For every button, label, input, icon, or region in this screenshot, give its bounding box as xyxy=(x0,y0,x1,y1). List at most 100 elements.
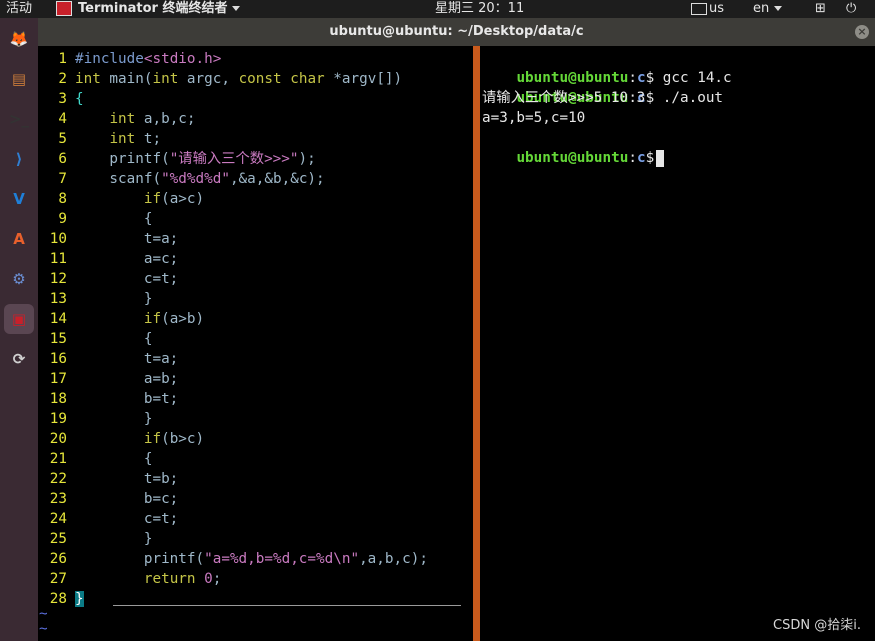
code-line: 10 t=a; xyxy=(38,229,179,249)
window-titlebar[interactable]: ubuntu@ubuntu: ~/Desktop/data/c × xyxy=(38,18,875,46)
files-glyph: ▤ xyxy=(11,70,27,88)
line-number: 27 xyxy=(49,571,67,587)
code-text: } xyxy=(75,531,153,547)
code-line: 6 printf("请输入三个数>>>"); xyxy=(38,149,315,169)
dock: 🦊 ▤ >_ ⟩ V A ⚙ ▣ ⟳ xyxy=(0,18,38,641)
code-text: int a,b,c; xyxy=(109,111,196,127)
code-text: c=t; xyxy=(75,271,179,287)
vscode-glyph: ⟩ xyxy=(15,150,23,168)
language-indicator[interactable]: en xyxy=(753,0,783,18)
line-number: 24 xyxy=(49,511,67,527)
vscode-alt-glyph: V xyxy=(13,190,25,208)
clock[interactable]: 星期三 20：11 xyxy=(435,0,524,18)
keyboard-indicator[interactable]: us xyxy=(691,0,724,18)
code-text: b=c; xyxy=(75,491,179,507)
code-text: } xyxy=(75,411,153,427)
software-center-glyph: A xyxy=(13,230,25,248)
prompt-dollar: $ xyxy=(645,90,655,106)
terminal-pane[interactable]: ubuntu@ubuntu:c$ gcc 14.c ubuntu@ubuntu:… xyxy=(480,46,875,641)
code-text: printf("a=%d,b=%d,c=%d\n",a,b,c); xyxy=(75,551,428,567)
code-text: int t; xyxy=(109,131,162,147)
vim-editor-pane[interactable]: 1 #include<stdio.h> 2 int main(int argc, co… xyxy=(38,46,473,641)
prompt-dollar: $ xyxy=(645,150,655,166)
code-text: t=b; xyxy=(75,471,179,487)
pane-divider[interactable] xyxy=(473,46,480,641)
code-text: t=a; xyxy=(75,351,179,367)
power-icon[interactable]: ⏻ xyxy=(846,0,856,18)
activities-button[interactable]: 活动 xyxy=(6,0,32,18)
line-number: 17 xyxy=(49,371,67,387)
code-text: c=t; xyxy=(75,511,179,527)
prompt-sep: : xyxy=(628,150,637,166)
code-line: 13 } xyxy=(38,289,153,309)
code-line: 11 a=c; xyxy=(38,249,179,269)
close-button[interactable]: × xyxy=(855,25,869,39)
chevron-down-icon xyxy=(774,6,783,11)
keyboard-layout-label: us xyxy=(709,1,725,16)
vscode-icon[interactable]: ⟩ xyxy=(4,144,34,174)
terminal-line: ubuntu@ubuntu:c$ ./a.out xyxy=(482,68,723,106)
code-text: int main(int argc, const char *argv[]) xyxy=(75,71,403,87)
code-text: if(a>b) xyxy=(143,311,205,327)
update-icon[interactable]: ⟳ xyxy=(4,344,34,374)
code-line: 14 if(a>b) xyxy=(38,309,204,329)
terminal-output: a=3,b=5,c=10 xyxy=(482,110,586,126)
code-text: a=b; xyxy=(75,371,179,387)
software-center-icon[interactable]: A xyxy=(4,224,34,254)
line-number: 2 xyxy=(58,71,67,87)
code-text: b=t; xyxy=(75,391,179,407)
files-icon[interactable]: ▤ xyxy=(4,64,34,94)
code-line: 15 { xyxy=(38,329,153,349)
terminator-glyph: ▣ xyxy=(11,310,27,328)
code-line: 25 } xyxy=(38,529,153,549)
line-number: 6 xyxy=(58,151,67,167)
code-text: } xyxy=(75,291,153,307)
line-number: 19 xyxy=(49,411,67,427)
code-line: 8 if(a>c) xyxy=(38,189,204,209)
prompt-path: c xyxy=(636,150,646,166)
network-icon[interactable]: ⊞ xyxy=(815,0,826,18)
line-number: 22 xyxy=(49,471,67,487)
line-number: 5 xyxy=(58,131,67,147)
code-text: } xyxy=(75,591,84,607)
code-line: 3{ xyxy=(38,89,84,109)
line-number: 9 xyxy=(58,211,67,227)
app-menu[interactable]: Terminator 终端终结者 xyxy=(56,0,241,18)
line-number: 4 xyxy=(58,111,67,127)
firefox-icon[interactable]: 🦊 xyxy=(4,24,34,54)
code-text: t=a; xyxy=(75,231,179,247)
line-number: 12 xyxy=(49,271,67,287)
code-line: 27 return 0; xyxy=(38,569,222,589)
code-line: 19 } xyxy=(38,409,153,429)
line-number: 13 xyxy=(49,291,67,307)
code-line: 1 #include<stdio.h> xyxy=(38,49,221,69)
top-panel: 活动 Terminator 终端终结者 星期三 20：11 us en ⊞ ⏻ xyxy=(0,0,875,18)
code-line: 5 int t; xyxy=(38,129,161,149)
code-line: 2 int main(int argc, const char *argv[]) xyxy=(38,69,402,89)
terminal-icon[interactable]: >_ xyxy=(4,104,34,134)
terminal-output: 请输入三个数>>>5 10 3 xyxy=(482,90,646,106)
terminal-line: ubuntu@ubuntu:c$ gcc 14.c xyxy=(482,48,731,86)
language-label: en xyxy=(753,1,770,16)
terminator-icon[interactable]: ▣ xyxy=(4,304,34,334)
line-number: 1 xyxy=(58,51,67,67)
vscode-alt-icon[interactable]: V xyxy=(4,184,34,214)
line-number: 21 xyxy=(49,451,67,467)
terminal-glyph: >_ xyxy=(8,110,30,128)
code-line: 17 a=b; xyxy=(38,369,179,389)
code-text: { xyxy=(75,91,84,107)
settings-icon[interactable]: ⚙ xyxy=(4,264,34,294)
empty-line-tilde: ~ xyxy=(39,606,48,622)
code-text: if(a>c) xyxy=(143,191,205,207)
update-glyph: ⟳ xyxy=(12,350,26,368)
code-line: 16 t=a; xyxy=(38,349,179,369)
code-text: { xyxy=(75,451,153,467)
code-line: 9 { xyxy=(38,209,152,229)
settings-glyph: ⚙ xyxy=(12,270,26,288)
code-text: if(b>c) xyxy=(143,431,205,447)
line-number: 18 xyxy=(49,391,67,407)
code-line: 18 b=t; xyxy=(38,389,179,409)
text-cursor xyxy=(656,149,665,167)
line-number: 25 xyxy=(49,531,67,547)
code-line: 24 c=t; xyxy=(38,509,179,529)
